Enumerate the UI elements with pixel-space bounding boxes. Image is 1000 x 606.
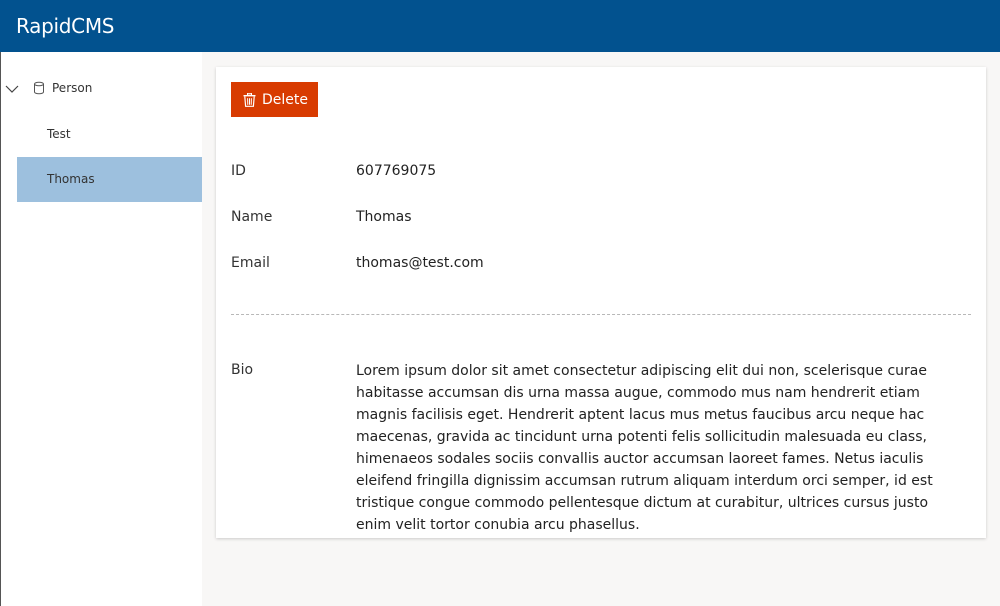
app-header: RapidCMS — [0, 0, 1000, 52]
bio-label: Bio — [231, 362, 254, 378]
section-divider — [231, 314, 971, 315]
tree-node-label: Person — [52, 81, 93, 95]
tree-node-person[interactable]: Person — [1, 76, 203, 102]
chevron-down-icon[interactable] — [5, 82, 19, 96]
trash-icon — [243, 92, 256, 107]
sidebar: Person Test Thomas — [0, 52, 202, 606]
id-value: 607769075 — [356, 163, 437, 179]
database-icon — [34, 81, 44, 95]
app-title: RapidCMS — [16, 14, 115, 38]
main-content: Delete ID 607769075 Name Thomas Email th… — [202, 52, 1000, 606]
editor-card: Delete ID 607769075 Name Thomas Email th… — [216, 67, 986, 538]
delete-button[interactable]: Delete — [231, 82, 318, 117]
name-label: Name — [231, 209, 273, 225]
sidebar-item-thomas[interactable]: Thomas — [17, 157, 202, 202]
sidebar-item-test[interactable]: Test — [17, 112, 202, 157]
bio-value: Lorem ipsum dolor sit amet consectetur a… — [356, 363, 933, 533]
email-label: Email — [231, 255, 270, 271]
delete-button-label: Delete — [262, 91, 308, 108]
email-value: thomas@test.com — [356, 255, 484, 271]
name-value: Thomas — [356, 209, 412, 225]
id-label: ID — [231, 163, 246, 179]
